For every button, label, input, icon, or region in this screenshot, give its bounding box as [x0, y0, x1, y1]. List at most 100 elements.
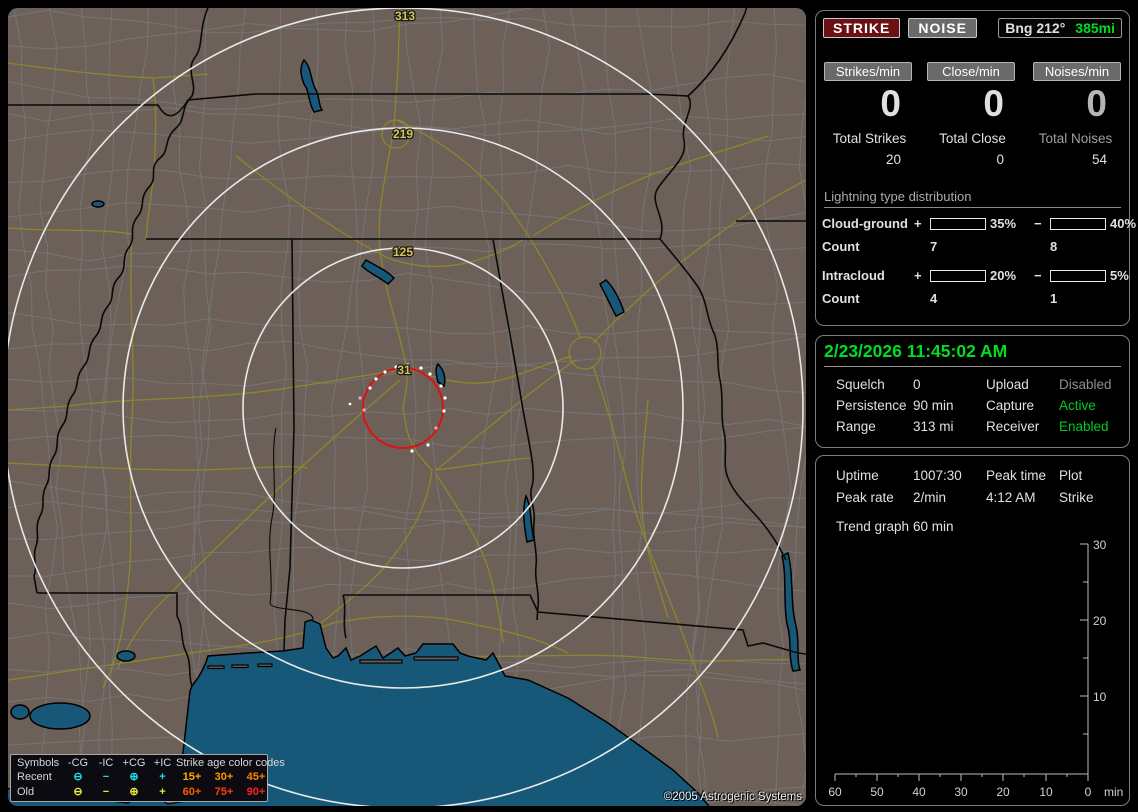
peak-rate-value: 2/min: [913, 490, 947, 505]
total-noises-value: 54: [1091, 152, 1107, 167]
noises-per-min-button[interactable]: Noises/min: [1033, 62, 1121, 81]
squelch-label: Squelch: [836, 377, 885, 392]
range-ring-label: 219: [393, 127, 413, 141]
minus-sign: −: [1034, 268, 1042, 283]
uptime-value: 1007:30: [913, 468, 962, 483]
persistence-label: Persistence: [836, 398, 907, 413]
ic-count-label: Count: [822, 291, 860, 306]
ic-positive-count: 4: [930, 291, 938, 306]
x-tick-40: 40: [912, 785, 926, 799]
receiver-status: Enabled: [1059, 419, 1109, 434]
cloud-ground-label: Cloud-ground: [822, 216, 908, 231]
y-tick-30: 30: [1093, 538, 1107, 552]
age-45: 45+: [246, 771, 266, 783]
bearing-distance: 385mi: [1075, 20, 1115, 36]
recent-pos-ic-icon: +: [159, 771, 166, 783]
trend-graph: 30 20 10 60 50 40 30 20 10 0 min: [828, 538, 1123, 799]
close-per-min-button[interactable]: Close/min: [927, 62, 1015, 81]
ic-negative-pct: 5%: [1110, 268, 1129, 283]
cg-negative-count: 8: [1050, 239, 1058, 254]
legend-symbols-header: Symbols: [17, 756, 60, 769]
age-15: 15+: [182, 771, 202, 783]
legend-col-neg-cg: -CG: [67, 756, 89, 769]
cg-positive-count: 7: [930, 239, 938, 254]
old-neg-ic-icon: −: [102, 785, 110, 798]
total-close-label: Total Close: [939, 131, 1006, 146]
capture-label: Capture: [986, 398, 1035, 413]
peak-time-value: 4:12 AM: [986, 490, 1036, 505]
legend-age-header: Strike age color codes: [176, 756, 285, 769]
cg-negative-bar: [1050, 217, 1106, 230]
recent-neg-ic-icon: −: [102, 771, 110, 783]
legend-col-neg-ic: -IC: [98, 756, 114, 769]
cg-negative-pct: 40%: [1110, 216, 1137, 231]
y-tick-10: 10: [1093, 690, 1107, 704]
recent-neg-cg-icon: ⊖: [73, 771, 83, 783]
x-tick-20: 20: [996, 785, 1010, 799]
noise-button[interactable]: NOISE: [908, 18, 977, 38]
lightning-map[interactable]: 313 219 125 31 Symbols -CG -IC +CG +IC S…: [8, 8, 806, 806]
strike-stats-panel: STRIKE NOISE Bng 212° 385mi Strikes/min 0…: [815, 10, 1136, 326]
total-close-value: 0: [996, 152, 1004, 167]
plot-label: Plot: [1059, 468, 1083, 483]
peak-time-label: Peak time: [986, 468, 1047, 483]
bearing-value: Bng 212°: [1005, 20, 1066, 36]
range-label: Range: [836, 419, 876, 434]
x-tick-50: 50: [870, 785, 884, 799]
squelch-value: 0: [913, 377, 921, 392]
distribution-title: Lightning type distribution: [824, 189, 1121, 208]
range-ring-label: 125: [393, 245, 413, 259]
y-tick-20: 20: [1093, 614, 1107, 628]
legend-recent-label: Recent: [17, 771, 52, 783]
map-copyright: ©2005 Astrogenic Systems: [663, 791, 802, 803]
cg-positive-pct: 35%: [990, 216, 1017, 231]
old-pos-cg-icon: ⊕: [129, 785, 139, 798]
noises-per-min-value: 0: [1086, 83, 1107, 124]
receiver-status-panel: 2/23/2026 11:45:02 AM Squelch 0 Upload D…: [815, 335, 1130, 448]
uptime-label: Uptime: [836, 468, 879, 483]
minus-sign: −: [1034, 216, 1042, 231]
intracloud-label: Intracloud: [822, 268, 885, 283]
legend-col-pos-cg: +CG: [122, 756, 146, 769]
cg-positive-bar: [930, 217, 986, 230]
total-strikes-value: 20: [885, 152, 901, 167]
age-30: 30+: [214, 771, 234, 783]
trend-panel: Uptime 1007:30 Peak time Plot Peak rate …: [815, 455, 1130, 806]
datetime-display: 2/23/2026 11:45:02 AM: [824, 341, 1121, 367]
plot-value: Strike: [1059, 490, 1094, 505]
bearing-readout: Bng 212° 385mi: [998, 18, 1122, 38]
trend-graph-label: Trend graph: [836, 519, 910, 534]
close-per-min-value: 0: [983, 83, 1004, 124]
range-ring-label: 31: [397, 363, 411, 377]
x-tick-60: 60: [828, 785, 842, 799]
recent-pos-cg-icon: ⊕: [129, 771, 139, 783]
ic-negative-bar: [1050, 269, 1106, 282]
upload-status: Disabled: [1059, 377, 1112, 392]
age-75: 75+: [214, 785, 234, 798]
x-tick-0: 0: [1085, 785, 1092, 799]
trend-graph-value: 60 min: [913, 519, 954, 534]
old-neg-cg-icon: ⊖: [73, 785, 83, 798]
persistence-value: 90 min: [913, 398, 954, 413]
plus-sign: +: [914, 216, 922, 231]
total-strikes-label: Total Strikes: [832, 131, 907, 146]
capture-status: Active: [1059, 398, 1096, 413]
strikes-per-min-value: 0: [880, 83, 901, 124]
age-60: 60+: [182, 785, 202, 798]
upload-label: Upload: [986, 377, 1029, 392]
range-ring-label: 313: [395, 9, 415, 23]
x-tick-10: 10: [1039, 785, 1053, 799]
x-tick-30: 30: [954, 785, 968, 799]
legend-col-pos-ic: +IC: [153, 756, 172, 769]
old-pos-ic-icon: +: [159, 785, 166, 798]
strikes-per-min-button[interactable]: Strikes/min: [824, 62, 912, 81]
receiver-label: Receiver: [986, 419, 1040, 434]
age-90: 90+: [246, 785, 266, 798]
plus-sign: +: [914, 268, 922, 283]
symbols-legend: Symbols -CG -IC +CG +IC Strike age color…: [10, 753, 285, 802]
strike-button[interactable]: STRIKE: [823, 18, 901, 38]
ic-positive-pct: 20%: [990, 268, 1017, 283]
x-axis-unit: min: [1104, 785, 1123, 799]
range-value: 313 mi: [913, 419, 954, 434]
ic-positive-bar: [930, 269, 986, 282]
